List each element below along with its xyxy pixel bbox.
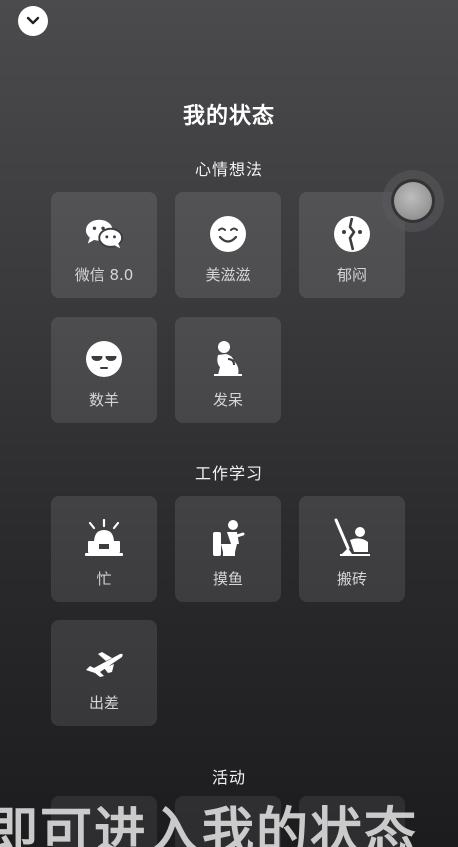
- floating-assistive-button[interactable]: [382, 170, 444, 232]
- alarm-laptop-icon: [84, 518, 124, 558]
- status-label: 郁闷: [336, 266, 367, 284]
- status-tile-daze[interactable]: 发呆: [175, 317, 281, 423]
- status-label: 美滋滋: [205, 266, 251, 284]
- status-tile-happy[interactable]: 美滋滋: [175, 192, 281, 298]
- chevron-down-icon: [26, 16, 40, 25]
- status-label: 摸鱼: [212, 570, 243, 588]
- status-tile-slacking[interactable]: 摸鱼: [175, 496, 281, 602]
- daze-figure-icon: [208, 339, 248, 379]
- status-label: 数羊: [88, 391, 119, 409]
- page-title: 我的状态: [182, 104, 275, 129]
- status-label: 发呆: [212, 391, 243, 409]
- section-title-mood: 心情想法: [194, 160, 263, 179]
- status-tile-grinding[interactable]: 搬砖: [299, 496, 405, 602]
- worker-figure-icon: [332, 518, 372, 558]
- status-tile-busy[interactable]: 忙: [51, 496, 157, 602]
- status-label: 忙: [96, 570, 112, 588]
- status-label: 搬砖: [336, 570, 367, 588]
- assistive-touch-icon: [394, 182, 432, 220]
- wechat-icon: [84, 214, 124, 254]
- status-tile-wechat[interactable]: 微信 8.0: [51, 192, 157, 298]
- status-tile-counting-sheep[interactable]: 数羊: [51, 317, 157, 423]
- sleepy-face-icon: [84, 339, 124, 379]
- status-label: 出差: [88, 694, 119, 712]
- broken-heart-face-icon: [332, 214, 372, 254]
- smile-face-icon: [208, 214, 248, 254]
- status-label: 微信 8.0: [74, 266, 134, 284]
- collapse-button[interactable]: [18, 6, 48, 36]
- section-title-work: 工作学习: [194, 464, 263, 483]
- status-tile-business-trip[interactable]: 出差: [51, 620, 157, 726]
- video-subtitle-caption: 即可进入我的状态: [0, 803, 419, 847]
- toilet-figure-icon: [208, 518, 248, 558]
- section-title-activity: 活动: [211, 768, 246, 787]
- airplane-icon: [84, 642, 124, 682]
